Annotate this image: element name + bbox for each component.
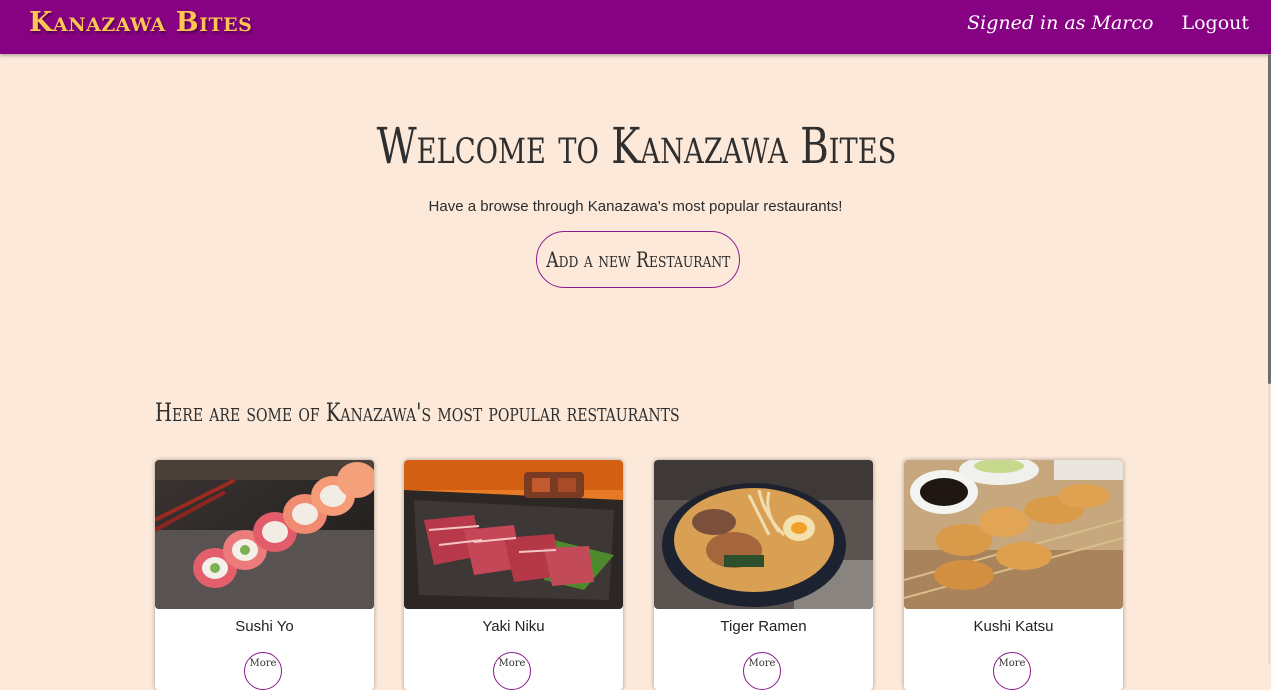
restaurant-name: Tiger Ramen: [720, 618, 807, 635]
signed-in-label: Signed in as Marco: [967, 12, 1154, 34]
more-button[interactable]: More: [743, 652, 781, 690]
restaurant-name: Sushi Yo: [235, 618, 294, 635]
add-restaurant-button[interactable]: Add a new Restaurant: [536, 231, 740, 288]
sushi-rolls-photo[interactable]: [155, 460, 374, 609]
grilled-beef-photo[interactable]: [404, 460, 623, 609]
restaurant-name: Yaki Niku: [482, 618, 545, 635]
more-button[interactable]: More: [244, 652, 282, 690]
nav-right: Signed in as Marco Logout: [967, 6, 1249, 40]
fried-skewers-photo[interactable]: [904, 460, 1123, 609]
restaurant-card[interactable]: Sushi Yo More: [155, 460, 374, 690]
navbar: Kanazawa Bites Signed in as Marco Logout: [0, 0, 1271, 54]
restaurant-card[interactable]: Tiger Ramen More: [654, 460, 873, 690]
section-title: Here are some of Kanazawa's most popular…: [155, 398, 680, 427]
page-subtitle: Have a browse through Kanazawa's most po…: [428, 198, 843, 215]
restaurant-name: Kushi Katsu: [973, 618, 1054, 635]
restaurant-card[interactable]: Kushi Katsu More: [904, 460, 1123, 690]
ramen-bowl-photo[interactable]: [654, 460, 873, 609]
restaurant-card[interactable]: Yaki Niku More: [404, 460, 623, 690]
more-button[interactable]: More: [493, 652, 531, 690]
more-button[interactable]: More: [993, 652, 1031, 690]
page-title: Welcome to Kanazawa Bites: [376, 117, 897, 175]
logout-link[interactable]: Logout: [1181, 12, 1249, 34]
brand-logo[interactable]: Kanazawa Bites: [29, 4, 252, 42]
add-restaurant-label: Add a new Restaurant: [545, 247, 731, 272]
